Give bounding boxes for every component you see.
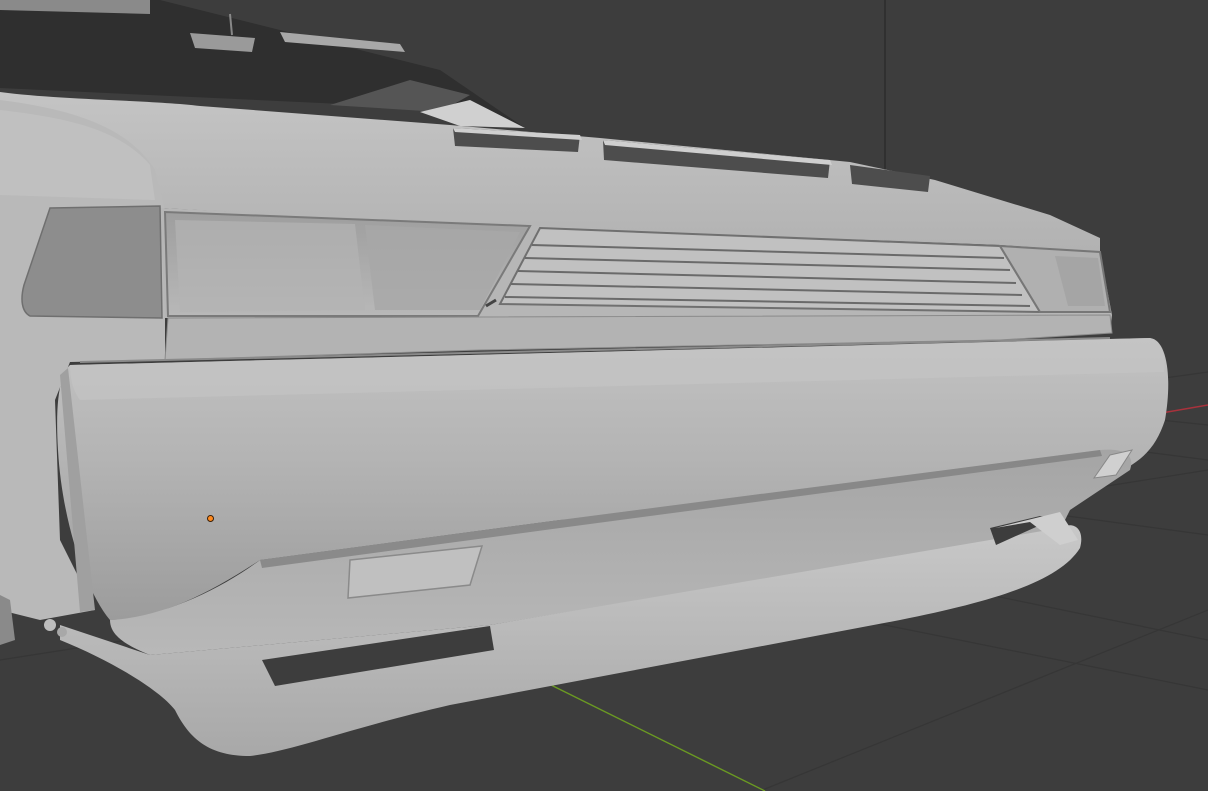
viewport-scene[interactable] [0, 0, 1208, 791]
headlight-left-lens [175, 220, 365, 312]
3d-viewport[interactable] [0, 0, 1208, 791]
object-origin-dot [207, 515, 214, 522]
